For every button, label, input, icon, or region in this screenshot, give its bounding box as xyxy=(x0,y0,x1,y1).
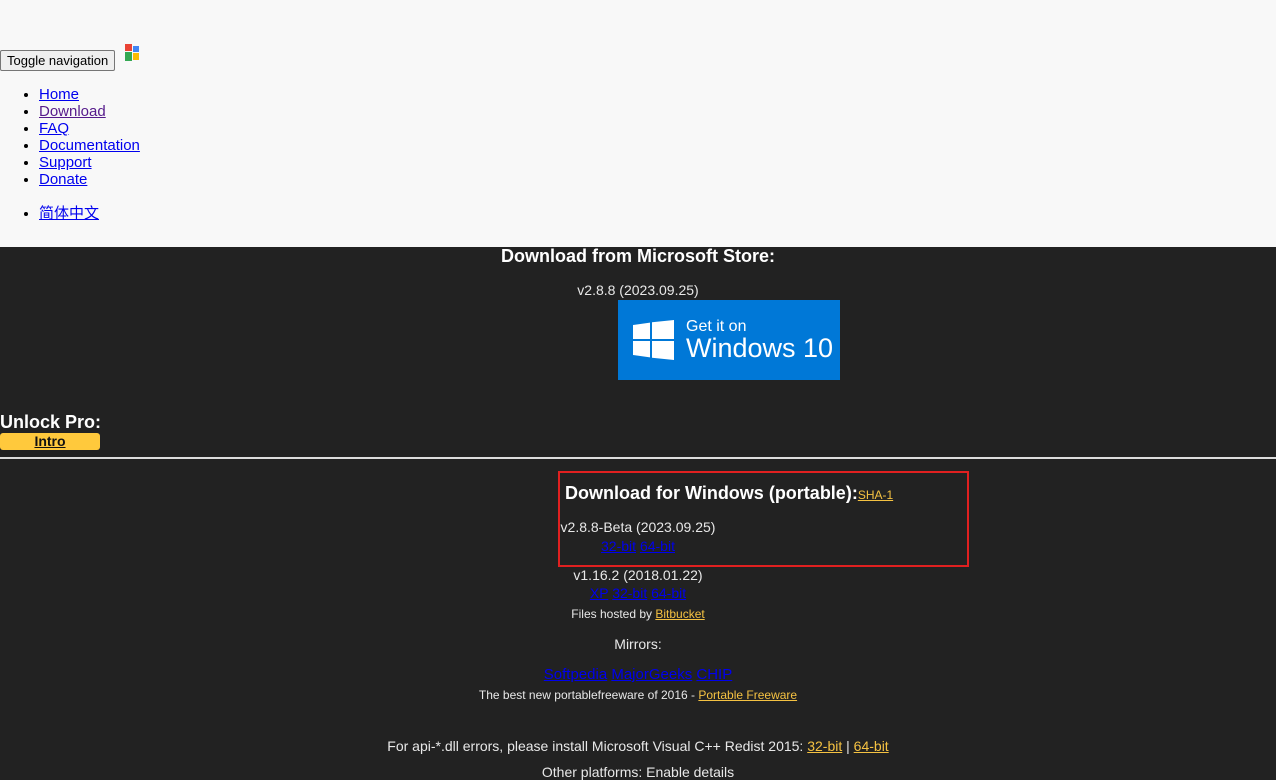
redist-separator: | xyxy=(842,738,854,754)
snipaste-logo-icon[interactable] xyxy=(125,44,142,62)
old-version: v1.16.2 (2018.01.22) xyxy=(573,567,703,583)
portable-freeware-link[interactable]: Portable Freeware xyxy=(698,688,797,702)
redist-32bit-link[interactable]: 32-bit xyxy=(807,738,842,754)
nav-item-download: Download xyxy=(39,103,140,120)
section-divider xyxy=(0,457,1276,459)
unlock-pro-heading: Unlock Pro: xyxy=(0,412,102,432)
mirrors-label: Mirrors: xyxy=(614,636,662,652)
old-32bit-link[interactable]: 32-bit xyxy=(612,585,647,601)
other-platforms-line: Other platforms: Enable details xyxy=(541,764,735,780)
portable-heading: Download for Windows (portable):SHA-1 xyxy=(565,483,893,504)
beta-32bit-link[interactable]: 32-bit xyxy=(601,538,636,554)
intro-button[interactable]: Intro xyxy=(0,433,100,450)
nav-link-support[interactable]: Support xyxy=(39,154,92,171)
bitbucket-link[interactable]: Bitbucket xyxy=(655,607,704,621)
nav-link-faq[interactable]: FAQ xyxy=(39,120,69,137)
beta-64bit-link[interactable]: 64-bit xyxy=(640,538,675,554)
nav-item-faq: FAQ xyxy=(39,120,140,137)
navbar: Toggle navigation Snipaste Home Download… xyxy=(0,0,1276,247)
microsoft-store-badge[interactable]: Get it on Windows 10 xyxy=(618,300,840,380)
nav-link-download[interactable]: Download xyxy=(39,103,106,120)
store-version: v2.8.8 (2023.09.25) xyxy=(577,282,699,298)
main-nav: Home Download FAQ Documentation Support … xyxy=(0,86,140,188)
old-links: XP 32-bit 64-bit xyxy=(0,585,1276,601)
nav-item-support: Support xyxy=(39,154,140,171)
language-link[interactable]: 简体中文 xyxy=(39,205,99,222)
nav-item-home: Home xyxy=(39,86,140,103)
mirror-chip-link[interactable]: CHIP xyxy=(696,666,732,683)
nav-item-language: 简体中文 xyxy=(39,205,99,222)
award-note: The best new portablefreeware of 2016 - … xyxy=(0,688,1276,702)
windows-logo-icon xyxy=(633,320,674,360)
portable-heading-text: Download for Windows (portable): xyxy=(565,483,858,503)
redist-64bit-link[interactable]: 64-bit xyxy=(854,738,889,754)
hosted-by: Files hosted by Bitbucket xyxy=(0,607,1276,621)
nav-link-donate[interactable]: Donate xyxy=(39,171,87,188)
nav-link-documentation[interactable]: Documentation xyxy=(39,137,140,154)
mirror-softpedia-link[interactable]: Softpedia xyxy=(544,666,607,683)
beta-links: 32-bit 64-bit xyxy=(0,538,1276,554)
mirror-majorgeeks-link[interactable]: MajorGeeks xyxy=(611,666,692,683)
language-nav: 简体中文 xyxy=(0,205,99,222)
old-xp-link[interactable]: XP xyxy=(590,585,608,601)
store-heading: Download from Microsoft Store: xyxy=(501,246,775,266)
beta-version: v2.8.8-Beta (2023.09.25) xyxy=(560,519,716,535)
badge-line-2: Windows 10 xyxy=(686,333,834,363)
redist-text: For api-*.dll errors, please install Mic… xyxy=(387,738,808,754)
nav-item-donate: Donate xyxy=(39,171,140,188)
award-text: The best new portablefreeware of 2016 - xyxy=(478,688,699,702)
sha1-link[interactable]: SHA-1 xyxy=(858,488,893,502)
nav-link-home[interactable]: Home xyxy=(39,86,79,103)
hosted-text: Files hosted by xyxy=(571,607,656,621)
old-64bit-link[interactable]: 64-bit xyxy=(651,585,686,601)
toggle-navigation-button[interactable]: Toggle navigation xyxy=(0,50,116,71)
nav-item-documentation: Documentation xyxy=(39,137,140,154)
redist-note: For api-*.dll errors, please install Mic… xyxy=(0,738,1276,754)
brand-name[interactable]: Snipaste xyxy=(152,51,210,68)
mirror-links: Softpedia MajorGeeks CHIP xyxy=(0,666,1276,683)
